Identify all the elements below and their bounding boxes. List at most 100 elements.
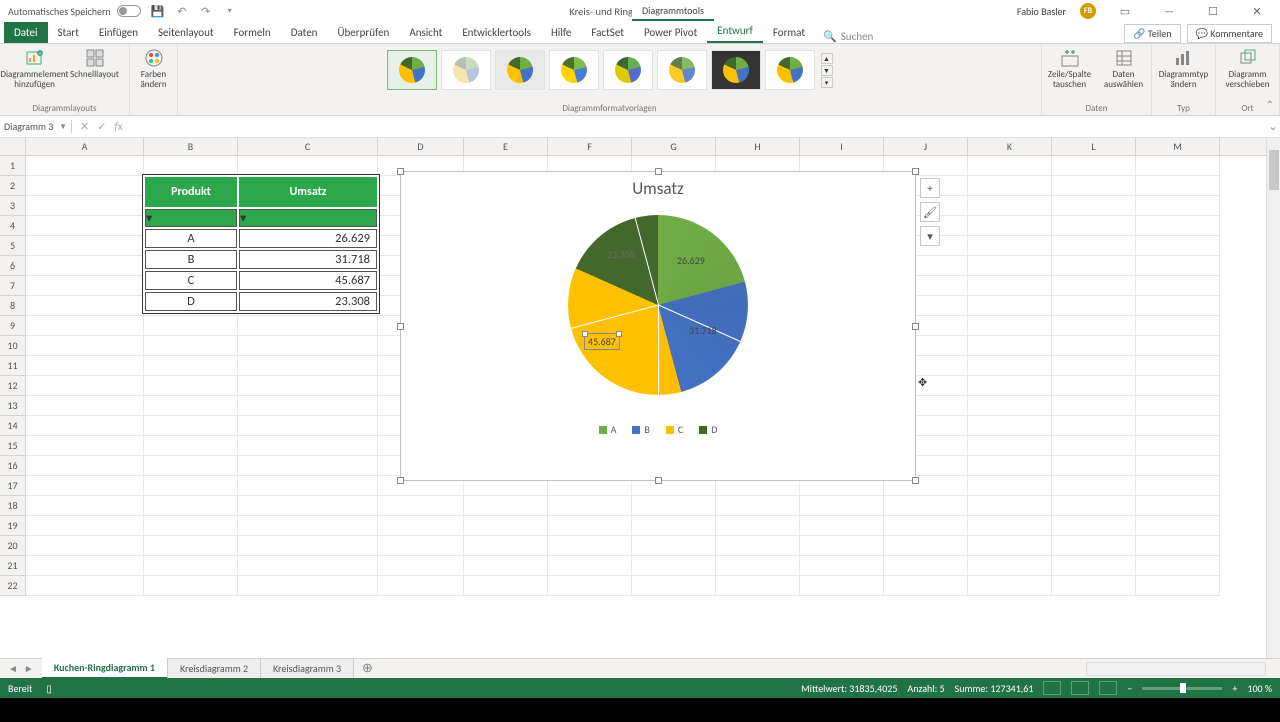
column-header[interactable]: C	[238, 138, 378, 155]
cell[interactable]	[1136, 376, 1220, 396]
cell[interactable]	[26, 376, 144, 396]
cell[interactable]	[238, 576, 378, 596]
cell[interactable]	[238, 476, 378, 496]
cell[interactable]	[238, 516, 378, 536]
chart-style-4[interactable]	[549, 50, 599, 90]
style-more-icon[interactable]: ▾	[821, 77, 833, 88]
cell[interactable]	[26, 456, 144, 476]
cell[interactable]	[548, 536, 632, 556]
toggle-switch-icon[interactable]	[117, 5, 141, 17]
cell[interactable]	[464, 536, 548, 556]
cell[interactable]	[1052, 476, 1136, 496]
cell[interactable]	[968, 556, 1052, 576]
cell[interactable]	[632, 556, 716, 576]
cell[interactable]	[238, 436, 378, 456]
maximize-icon[interactable]: ☐	[1198, 2, 1228, 20]
switch-row-column-button[interactable]: Zeile/Spalte tauschen	[1045, 46, 1095, 92]
cell[interactable]	[26, 176, 144, 196]
cell[interactable]	[1136, 216, 1220, 236]
cell[interactable]	[548, 496, 632, 516]
row-header[interactable]: 21	[0, 556, 26, 576]
cell[interactable]	[968, 336, 1052, 356]
cell[interactable]	[144, 496, 238, 516]
chart-style-7[interactable]	[711, 50, 761, 90]
cell[interactable]	[968, 316, 1052, 336]
tab-start[interactable]: Start	[48, 22, 89, 43]
cell[interactable]	[144, 396, 238, 416]
cell[interactable]	[548, 516, 632, 536]
comments-button[interactable]: 💬 Kommentare	[1187, 24, 1272, 43]
quick-layout-button[interactable]: Schnelllayout	[67, 46, 123, 82]
cell[interactable]	[1136, 436, 1220, 456]
cell[interactable]	[632, 576, 716, 596]
cell[interactable]	[548, 556, 632, 576]
column-header[interactable]: I	[800, 138, 884, 155]
cell[interactable]	[464, 556, 548, 576]
cell[interactable]	[968, 536, 1052, 556]
namebox-dropdown-icon[interactable]: ▼	[59, 122, 67, 132]
zoom-out-button[interactable]: −	[1127, 682, 1132, 695]
row-header[interactable]: 15	[0, 436, 26, 456]
tab-entwicklertools[interactable]: Entwicklertools	[452, 22, 541, 43]
cell[interactable]	[1136, 476, 1220, 496]
cell[interactable]	[1136, 356, 1220, 376]
row-header[interactable]: 18	[0, 496, 26, 516]
cell[interactable]	[378, 536, 464, 556]
chart-object[interactable]: Umsatz 26.629 31.718 45.687 23.308 A B C…	[400, 171, 916, 481]
cell[interactable]	[26, 476, 144, 496]
cell[interactable]	[968, 156, 1052, 176]
redo-icon[interactable]: ↷	[199, 4, 213, 18]
cell[interactable]	[26, 156, 144, 176]
cell[interactable]	[238, 496, 378, 516]
normal-view-button[interactable]	[1043, 681, 1061, 695]
table-header-produkt[interactable]: Produkt	[145, 177, 237, 207]
cell[interactable]	[26, 316, 144, 336]
cell[interactable]	[378, 576, 464, 596]
worksheet-grid[interactable]: ABCDEFGHIJKLM 12345678910111213141516171…	[0, 138, 1280, 658]
cell[interactable]	[968, 496, 1052, 516]
cell[interactable]	[1136, 456, 1220, 476]
cell[interactable]	[968, 396, 1052, 416]
chart-style-1[interactable]	[387, 50, 437, 90]
row-header[interactable]: 19	[0, 516, 26, 536]
change-colors-button[interactable]: Farben ändern	[134, 46, 174, 92]
cell[interactable]	[26, 396, 144, 416]
row-header[interactable]: 22	[0, 576, 26, 596]
user-name[interactable]: Fabio Basler	[1017, 5, 1066, 18]
cell[interactable]	[884, 496, 968, 516]
cell[interactable]	[884, 576, 968, 596]
cell[interactable]	[1052, 436, 1136, 456]
zoom-in-button[interactable]: +	[1232, 682, 1237, 695]
chart-style-3[interactable]	[495, 50, 545, 90]
cell[interactable]	[716, 556, 800, 576]
cell[interactable]	[26, 276, 144, 296]
cell[interactable]	[632, 516, 716, 536]
cell[interactable]	[968, 416, 1052, 436]
cell[interactable]	[1136, 576, 1220, 596]
cell[interactable]	[1136, 536, 1220, 556]
cell[interactable]	[1052, 416, 1136, 436]
cell[interactable]	[1052, 156, 1136, 176]
row-header[interactable]: 6	[0, 256, 26, 276]
column-header[interactable]: K	[968, 138, 1052, 155]
cell[interactable]	[238, 396, 378, 416]
cell[interactable]	[968, 456, 1052, 476]
cell[interactable]	[238, 536, 378, 556]
cell[interactable]	[1136, 256, 1220, 276]
cell[interactable]	[26, 296, 144, 316]
style-scroll-down-icon[interactable]: ▼	[821, 65, 833, 76]
cell[interactable]	[968, 236, 1052, 256]
cell[interactable]	[1052, 336, 1136, 356]
row-header[interactable]: 1	[0, 156, 26, 176]
cell[interactable]	[1052, 276, 1136, 296]
cell[interactable]	[26, 496, 144, 516]
add-sheet-button[interactable]: ⊕	[354, 661, 381, 676]
cell[interactable]	[1136, 176, 1220, 196]
column-header[interactable]: H	[716, 138, 800, 155]
cell[interactable]	[548, 576, 632, 596]
share-button[interactable]: 🔗 Teilen	[1124, 24, 1181, 43]
style-scroll-up-icon[interactable]: ▲	[821, 53, 833, 64]
cell[interactable]	[1136, 276, 1220, 296]
cell[interactable]	[144, 476, 238, 496]
cell[interactable]	[238, 336, 378, 356]
